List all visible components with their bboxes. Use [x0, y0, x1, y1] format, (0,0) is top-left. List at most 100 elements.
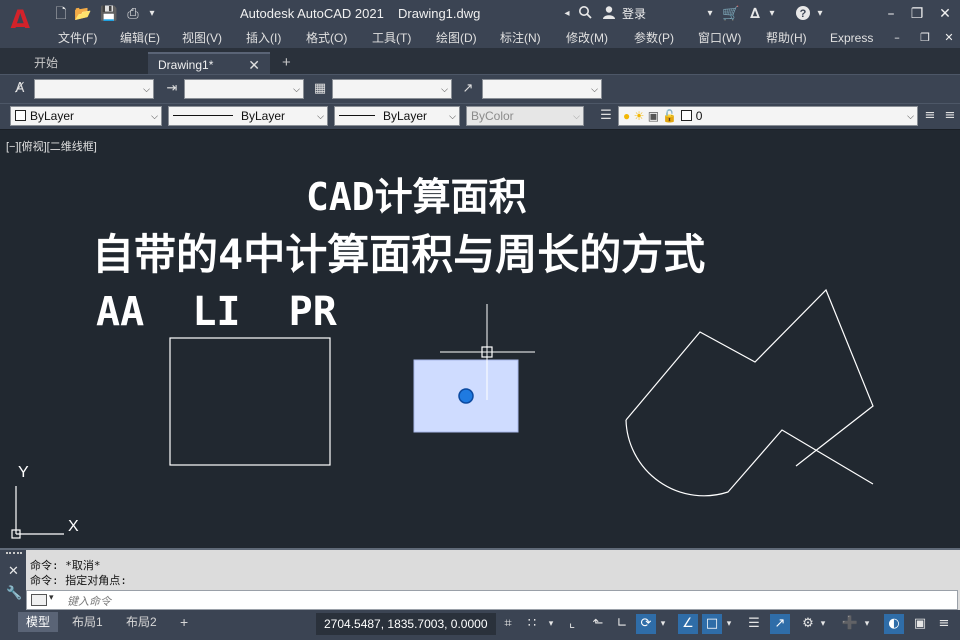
autodesk-a360-icon[interactable]: ∆: [746, 5, 764, 23]
doc-restore-button[interactable]: ❐: [914, 28, 936, 48]
cart-icon[interactable]: 🛒: [722, 5, 740, 23]
menu-edit[interactable]: 编辑(E): [120, 30, 160, 46]
viewport-controls[interactable]: [−][俯视][二维线框]: [6, 138, 97, 154]
minimize-button[interactable]: –: [880, 4, 902, 24]
command-input[interactable]: ▾ 键入命令: [26, 590, 958, 610]
menu-view[interactable]: 视图(V): [182, 30, 222, 46]
isodraft-icon[interactable]: ∠: [678, 614, 698, 634]
dynamic-input-icon[interactable]: ⬑: [588, 614, 608, 634]
plotstyle-select: ByColor ⌵: [466, 106, 584, 126]
isolate-objects-icon[interactable]: ◐: [884, 614, 904, 634]
tab-start-label: 开始: [34, 56, 59, 70]
layout-tab-layout1[interactable]: 布局1: [64, 612, 111, 632]
grid-icon[interactable]: ⌗: [498, 614, 518, 634]
command-customize-icon[interactable]: 🔧: [6, 586, 22, 601]
menu-tools[interactable]: 工具(T): [372, 30, 411, 46]
menu-dimension[interactable]: 标注(N): [500, 30, 541, 46]
menu-express[interactable]: Express: [830, 30, 873, 46]
lineweight-select[interactable]: ByLayer ⌵: [334, 106, 460, 126]
annotation-scale-icon[interactable]: ➕: [840, 614, 860, 634]
ortho-mode-icon[interactable]: ∟: [612, 614, 632, 634]
layout-tab-layout2[interactable]: 布局2: [118, 612, 165, 632]
annotation-visibility-icon[interactable]: ↗: [770, 614, 790, 634]
annotation-scale-dropdown-icon[interactable]: ▾: [862, 614, 872, 634]
user-icon[interactable]: [600, 5, 618, 23]
doc-close-button[interactable]: ✕: [938, 28, 960, 48]
close-button[interactable]: ✕: [934, 4, 956, 24]
new-tab-button[interactable]: +: [276, 52, 302, 74]
ucs-y-label: Y: [18, 464, 29, 481]
open-file-icon[interactable]: 📂: [74, 5, 92, 23]
match-layer-icon[interactable]: ≡: [940, 106, 960, 126]
menu-draw[interactable]: 绘图(D): [436, 30, 477, 46]
customization-menu-icon[interactable]: ≡: [934, 614, 954, 634]
multileader-style-icon[interactable]: ↗: [458, 79, 478, 99]
dim-style-select[interactable]: ⌵: [184, 79, 304, 99]
tab-close-icon[interactable]: ✕: [248, 54, 260, 76]
command-recent-dropdown-icon[interactable]: ▾: [49, 593, 54, 603]
coordinate-readout[interactable]: 2704.5487, 1835.7003, 0.0000: [316, 613, 496, 635]
signin-link[interactable]: 登录: [622, 5, 646, 23]
help-dropdown-icon[interactable]: ▾: [814, 5, 826, 23]
menu-window[interactable]: 窗口(W): [698, 30, 741, 46]
infer-constraints-icon[interactable]: ⌞: [562, 614, 582, 634]
print-icon[interactable]: ⎙: [124, 5, 142, 23]
doc-minimize-button[interactable]: –: [886, 28, 908, 48]
fullscreen-icon[interactable]: ▣: [910, 614, 930, 634]
menu-help[interactable]: 帮助(H): [766, 30, 807, 46]
polar-dropdown-icon[interactable]: ▾: [658, 614, 668, 634]
layer-properties-icon[interactable]: ☰: [596, 106, 616, 126]
drag-handle-icon[interactable]: [6, 552, 22, 558]
layout-tab-model[interactable]: 模型: [18, 612, 59, 632]
polar-tracking-icon[interactable]: ⟳: [636, 614, 656, 634]
drawing-commands-text[interactable]: AA LI PR: [96, 292, 337, 332]
snap-mode-icon[interactable]: ∷: [522, 614, 542, 634]
menu-modify[interactable]: 修改(M): [566, 30, 608, 46]
add-layout-button[interactable]: +: [172, 612, 196, 632]
osnap-dropdown-icon[interactable]: ▾: [724, 614, 734, 634]
table-style-icon[interactable]: ▦: [310, 79, 330, 99]
new-file-icon[interactable]: 🗋: [52, 5, 70, 23]
arc-polyline-shape[interactable]: [625, 419, 874, 497]
quick-access-dropdown-icon[interactable]: ▾: [146, 5, 158, 23]
snap-dropdown-icon[interactable]: ▾: [546, 614, 556, 634]
a360-dropdown-icon[interactable]: ▾: [766, 5, 778, 23]
layer-select[interactable]: ● ☀ ▣ 🔓 0 ⌵: [618, 106, 918, 126]
command-close-icon[interactable]: ✕: [8, 564, 19, 579]
linetype-sample: [173, 115, 233, 116]
help-icon[interactable]: ?: [794, 5, 812, 23]
menu-format[interactable]: 格式(O): [306, 30, 347, 46]
drawing-title-text[interactable]: CAD计算面积: [306, 178, 527, 216]
menu-insert[interactable]: 插入(I): [246, 30, 281, 46]
color-swatch: [15, 110, 26, 121]
object-snap-icon[interactable]: □: [702, 614, 722, 634]
dim-style-icon[interactable]: ⇥: [162, 79, 182, 99]
polyline-shape[interactable]: [625, 288, 874, 467]
menu-file[interactable]: 文件(F): [58, 30, 97, 46]
workspace-gear-icon[interactable]: ⚙: [798, 614, 818, 634]
make-current-layer-icon[interactable]: ≡: [920, 106, 940, 126]
tab-drawing1[interactable]: Drawing1* ✕: [148, 52, 270, 74]
selection-grip[interactable]: [458, 388, 474, 404]
workspace-dropdown-icon[interactable]: ▾: [818, 614, 828, 634]
command-prompt-icon[interactable]: [31, 594, 47, 606]
tab-start[interactable]: 开始: [24, 52, 144, 74]
rectangle-shape[interactable]: [169, 337, 331, 466]
lineweight-value: ByLayer: [383, 109, 428, 123]
lineweight-toggle-icon[interactable]: ☰: [744, 614, 764, 634]
linetype-select[interactable]: ByLayer ⌵: [168, 106, 328, 126]
search-icon[interactable]: [576, 5, 594, 23]
title-bar: A 🗋 📂 💾 ⎙ ▾ Autodesk AutoCAD 2021 Drawin…: [0, 0, 960, 41]
table-style-select[interactable]: ⌵: [332, 79, 452, 99]
color-select[interactable]: ByLayer ⌵: [10, 106, 162, 126]
search-expand-icon[interactable]: ◂: [560, 5, 574, 23]
file-tab-bar: [0, 48, 960, 74]
menu-parametric[interactable]: 参数(P): [634, 30, 674, 46]
multileader-style-select[interactable]: ⌵: [482, 79, 602, 99]
text-style-select[interactable]: ⌵: [34, 79, 154, 99]
text-style-icon[interactable]: A̸: [10, 79, 30, 99]
save-icon[interactable]: 💾: [100, 5, 118, 23]
drawing-subtitle-text[interactable]: 自带的4中计算面积与周长的方式: [92, 234, 705, 276]
restore-button[interactable]: ❐: [906, 4, 928, 24]
signin-dropdown-icon[interactable]: ▾: [704, 5, 716, 23]
